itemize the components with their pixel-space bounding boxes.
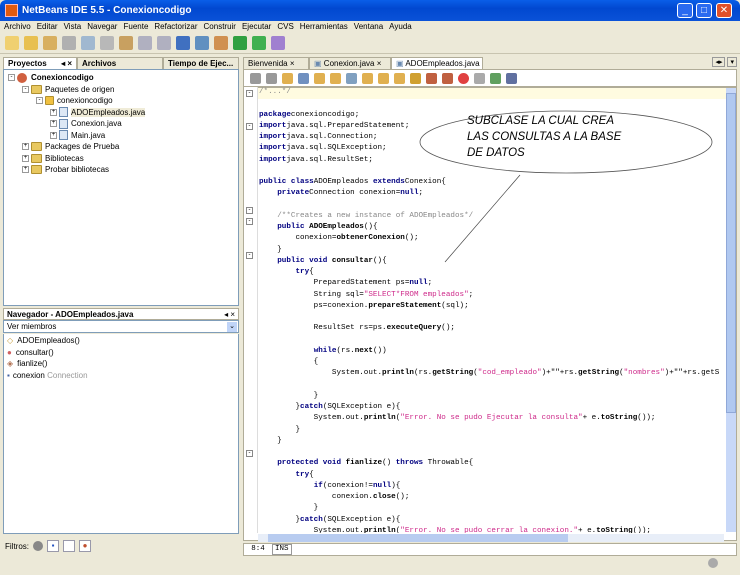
callout-pointer xyxy=(444,174,521,263)
callout-line: SUBCLASE LA CUAL CREA xyxy=(467,115,615,127)
callout-line: LAS CONSULTAS A LA BASE xyxy=(467,131,622,143)
callout-shape xyxy=(419,110,713,263)
callout-line: DE DATOS xyxy=(467,147,525,159)
callout-text: SUBCLASE LA CUAL CREA LAS CONSULTAS A LA… xyxy=(467,113,621,161)
